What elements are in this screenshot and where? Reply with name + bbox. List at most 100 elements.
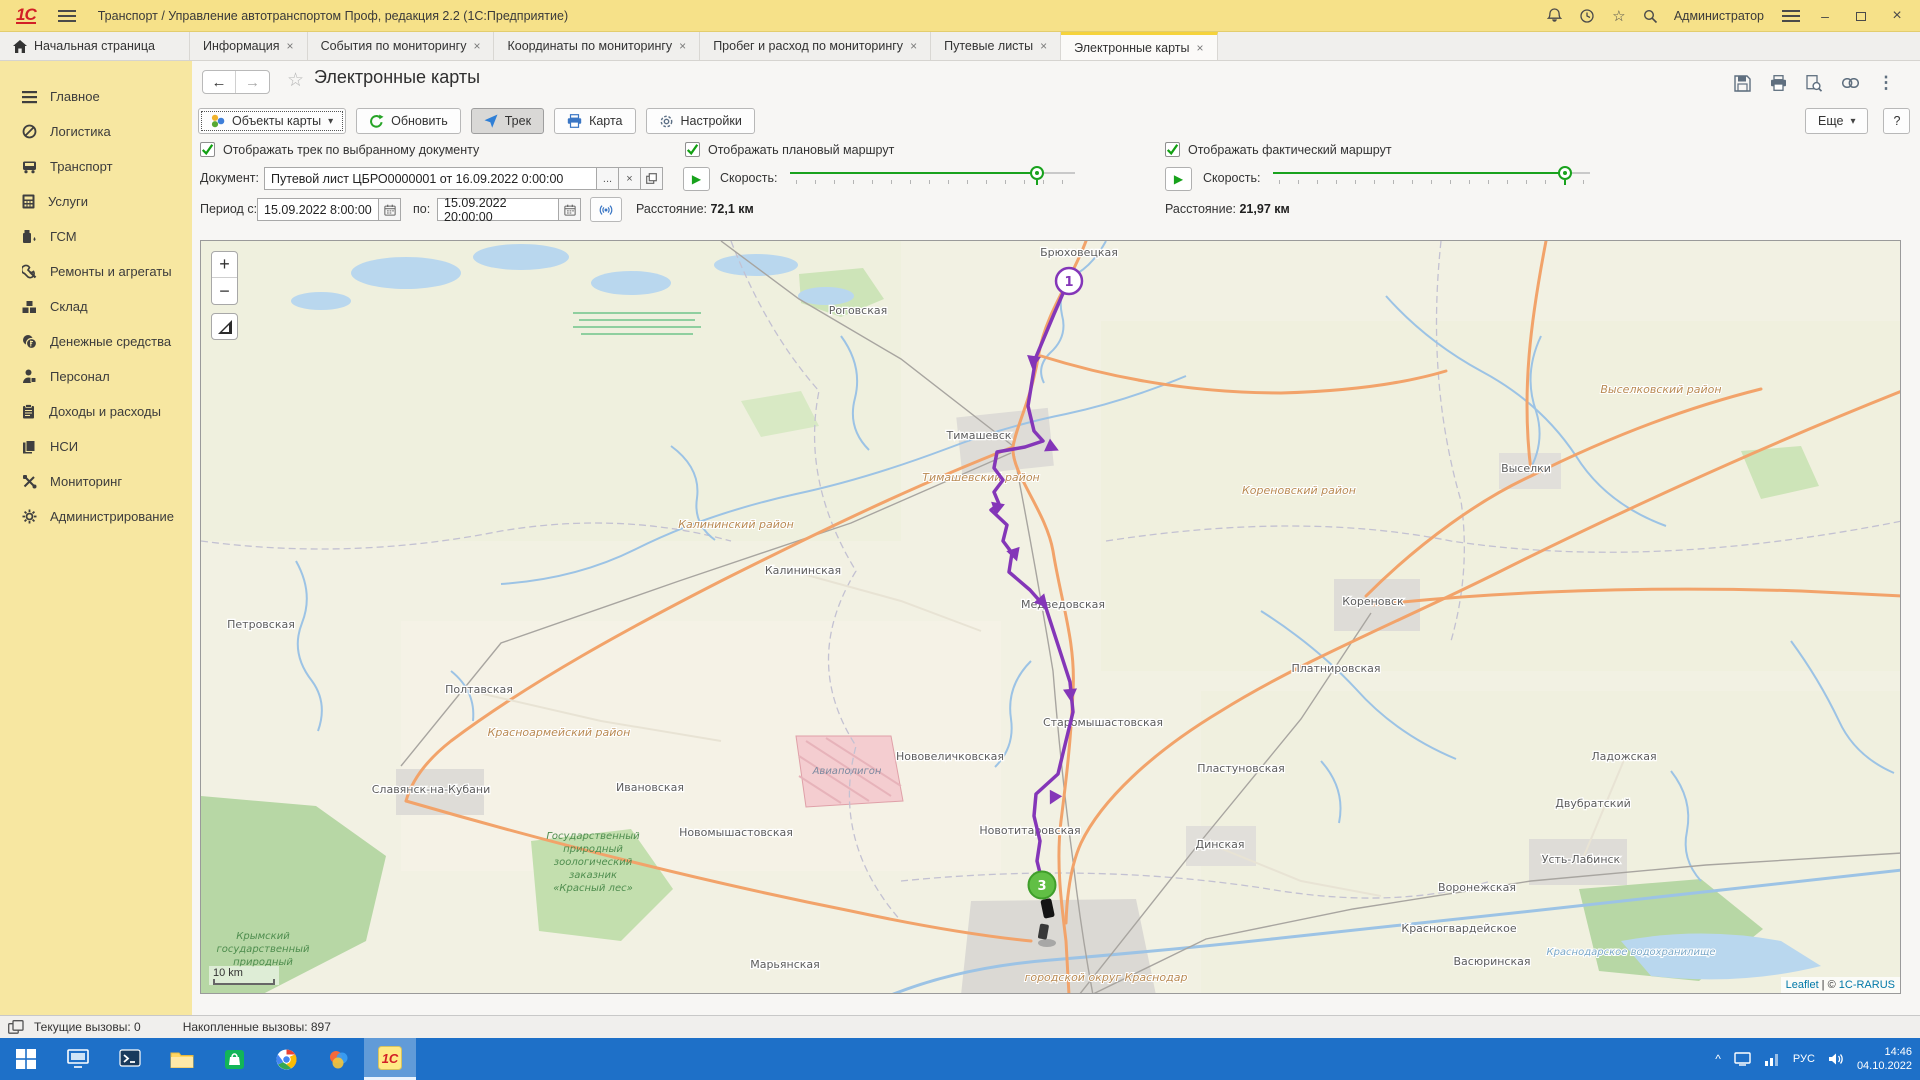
tab-close-icon[interactable]: × [1040,39,1047,53]
service-menu-icon[interactable] [1782,10,1800,22]
taskbar-app-explorer[interactable] [156,1038,208,1080]
help-button[interactable]: ? [1883,108,1910,134]
sidebar-item-monitoring[interactable]: Мониторинг [0,464,192,499]
tab-sobytiya-po-monitoringu[interactable]: События по мониторингу× [308,32,495,60]
show-track-checkbox[interactable] [200,142,215,157]
tab-close-icon[interactable]: × [910,39,917,53]
sidebar-item-nsi[interactable]: НСИ [0,429,192,464]
svg-text:3: 3 [1037,879,1046,894]
vendor-link[interactable]: 1C-RARUS [1839,979,1895,991]
tray-volume-icon[interactable] [1828,1052,1844,1066]
map-objects-button[interactable]: Объекты карты▾ [198,108,346,134]
fact-speed-slider-thumb[interactable] [1558,166,1572,180]
coordinates-signal-button[interactable] [590,197,622,222]
print-map-button[interactable]: Карта [554,108,635,134]
sidebar-item-gsm[interactable]: ГСМ [0,219,192,254]
print-preview-icon[interactable] [1804,73,1824,93]
document-open-button[interactable] [641,167,663,190]
sidebar-item-administrirovanie[interactable]: Администрирование [0,499,192,534]
books-icon [22,439,37,454]
sidebar-item-denezhnye-sredstva[interactable]: Денежные средства [0,324,192,359]
zoom-out-button[interactable]: − [212,278,237,304]
sidebar-item-dohody-i-rashody[interactable]: Доходы и расходы [0,394,192,429]
period-to-label: по: [413,202,430,216]
document-choose-button[interactable]: ... [597,167,619,190]
favorites-star-icon[interactable]: ☆ [1610,7,1628,25]
period-to-input[interactable]: 15.09.2022 20:00:00 [437,198,559,221]
taskbar-app-1c[interactable]: 1С [364,1038,416,1080]
period-from-calendar-button[interactable] [379,198,401,221]
tab-putevye-listy[interactable]: Путевые листы× [931,32,1061,60]
tab-home[interactable]: Начальная страница [0,32,190,60]
back-button[interactable]: ← [203,71,236,93]
tray-network-icon[interactable] [1764,1053,1780,1066]
keyboard-language[interactable]: РУС [1793,1053,1815,1065]
play-icon: ▶ [1174,172,1183,186]
history-icon[interactable] [1578,7,1596,25]
zoom-in-button[interactable]: + [212,252,237,278]
more-button[interactable]: Еще▾ [1805,108,1868,134]
tray-expand-icon[interactable]: ^ [1715,1052,1721,1066]
sidebar-item-transport[interactable]: Транспорт [0,149,192,184]
tab-koordinaty-po-monitoringu[interactable]: Координаты по мониторингу× [494,32,700,60]
track-button[interactable]: Трек [471,108,544,134]
tab-close-icon[interactable]: × [287,39,294,53]
status-bar: Текущие вызовы: 0 Накопленные вызовы: 89… [0,1015,1920,1038]
show-fact-route-checkbox[interactable] [1165,142,1180,157]
minimize-button[interactable]: – [1814,8,1836,24]
maximize-button[interactable] [1850,8,1872,24]
current-user[interactable]: Администратор [1674,9,1764,23]
fact-play-button[interactable]: ▶ [1165,167,1192,191]
add-to-favorites-star-icon[interactable]: ☆ [287,69,304,92]
tab-close-icon[interactable]: × [473,39,480,53]
track-start-marker[interactable]: 1 [1056,268,1082,294]
tab-close-icon[interactable]: × [1197,41,1204,55]
taskbar-app-terminal[interactable] [104,1038,156,1080]
sidebar-item-personal[interactable]: Персонал [0,359,192,394]
current-calls: Текущие вызовы: 0 [34,1020,141,1034]
taskbar-clock[interactable]: 14:46 04.10.2022 [1857,1045,1912,1073]
start-button[interactable] [0,1038,52,1080]
notifications-bell-icon[interactable] [1546,7,1564,25]
taskbar-app-taskview[interactable] [52,1038,104,1080]
taskbar-app-store[interactable] [208,1038,260,1080]
plan-speed-slider-thumb[interactable] [1030,166,1044,180]
tray-display-icon[interactable] [1734,1052,1751,1066]
tab-elektronnye-karty[interactable]: Электронные карты× [1061,32,1217,60]
fact-speed-slider[interactable] [1273,164,1590,184]
plan-speed-slider[interactable] [790,164,1075,184]
sidebar-item-sklad[interactable]: Склад [0,289,192,324]
settings-button[interactable]: Настройки [646,108,755,134]
leaflet-link[interactable]: Leaflet [1786,979,1819,991]
sidebar-item-remonty[interactable]: Ремонты и агрегаты [0,254,192,289]
track-end-marker[interactable]: 3 [1029,872,1056,899]
dropdown-caret: ▾ [1850,116,1855,127]
plan-play-button[interactable]: ▶ [683,167,710,191]
calculator-icon [22,194,35,209]
tab-informaciya[interactable]: Информация× [190,32,308,60]
tab-probeg-i-rashod[interactable]: Пробег и расход по мониторингу× [700,32,931,60]
taskbar-app-chrome[interactable] [260,1038,312,1080]
sidebar-item-logistika[interactable]: Логистика [0,114,192,149]
sidebar-item-uslugi[interactable]: Услуги [0,184,192,219]
compass-icon [22,124,37,139]
print-icon[interactable] [1768,73,1788,93]
period-to-calendar-button[interactable] [559,198,581,221]
main-menu-icon[interactable] [58,10,76,22]
refresh-button[interactable]: Обновить [356,108,461,134]
document-clear-button[interactable]: × [619,167,641,190]
forward-button[interactable]: → [236,71,269,93]
document-input[interactable]: Путевой лист ЦБРО0000001 от 16.09.2022 0… [264,167,597,190]
tab-close-icon[interactable]: × [679,39,686,53]
leaflet-map[interactable]: + − 10 km Leaflet | © 1C-RARUS [200,240,1901,994]
search-icon[interactable] [1642,7,1660,25]
taskbar-app-media[interactable] [312,1038,364,1080]
period-from-input[interactable]: 15.09.2022 8:00:00 [257,198,379,221]
get-link-icon[interactable] [1840,73,1860,93]
close-button[interactable]: × [1886,7,1908,25]
save-icon[interactable] [1732,73,1752,93]
measure-tool-button[interactable] [211,313,238,340]
show-plan-route-checkbox[interactable] [685,142,700,157]
sidebar-item-glavnoe[interactable]: Главное [0,79,192,114]
kebab-menu-icon[interactable]: ⋮ [1876,73,1896,93]
